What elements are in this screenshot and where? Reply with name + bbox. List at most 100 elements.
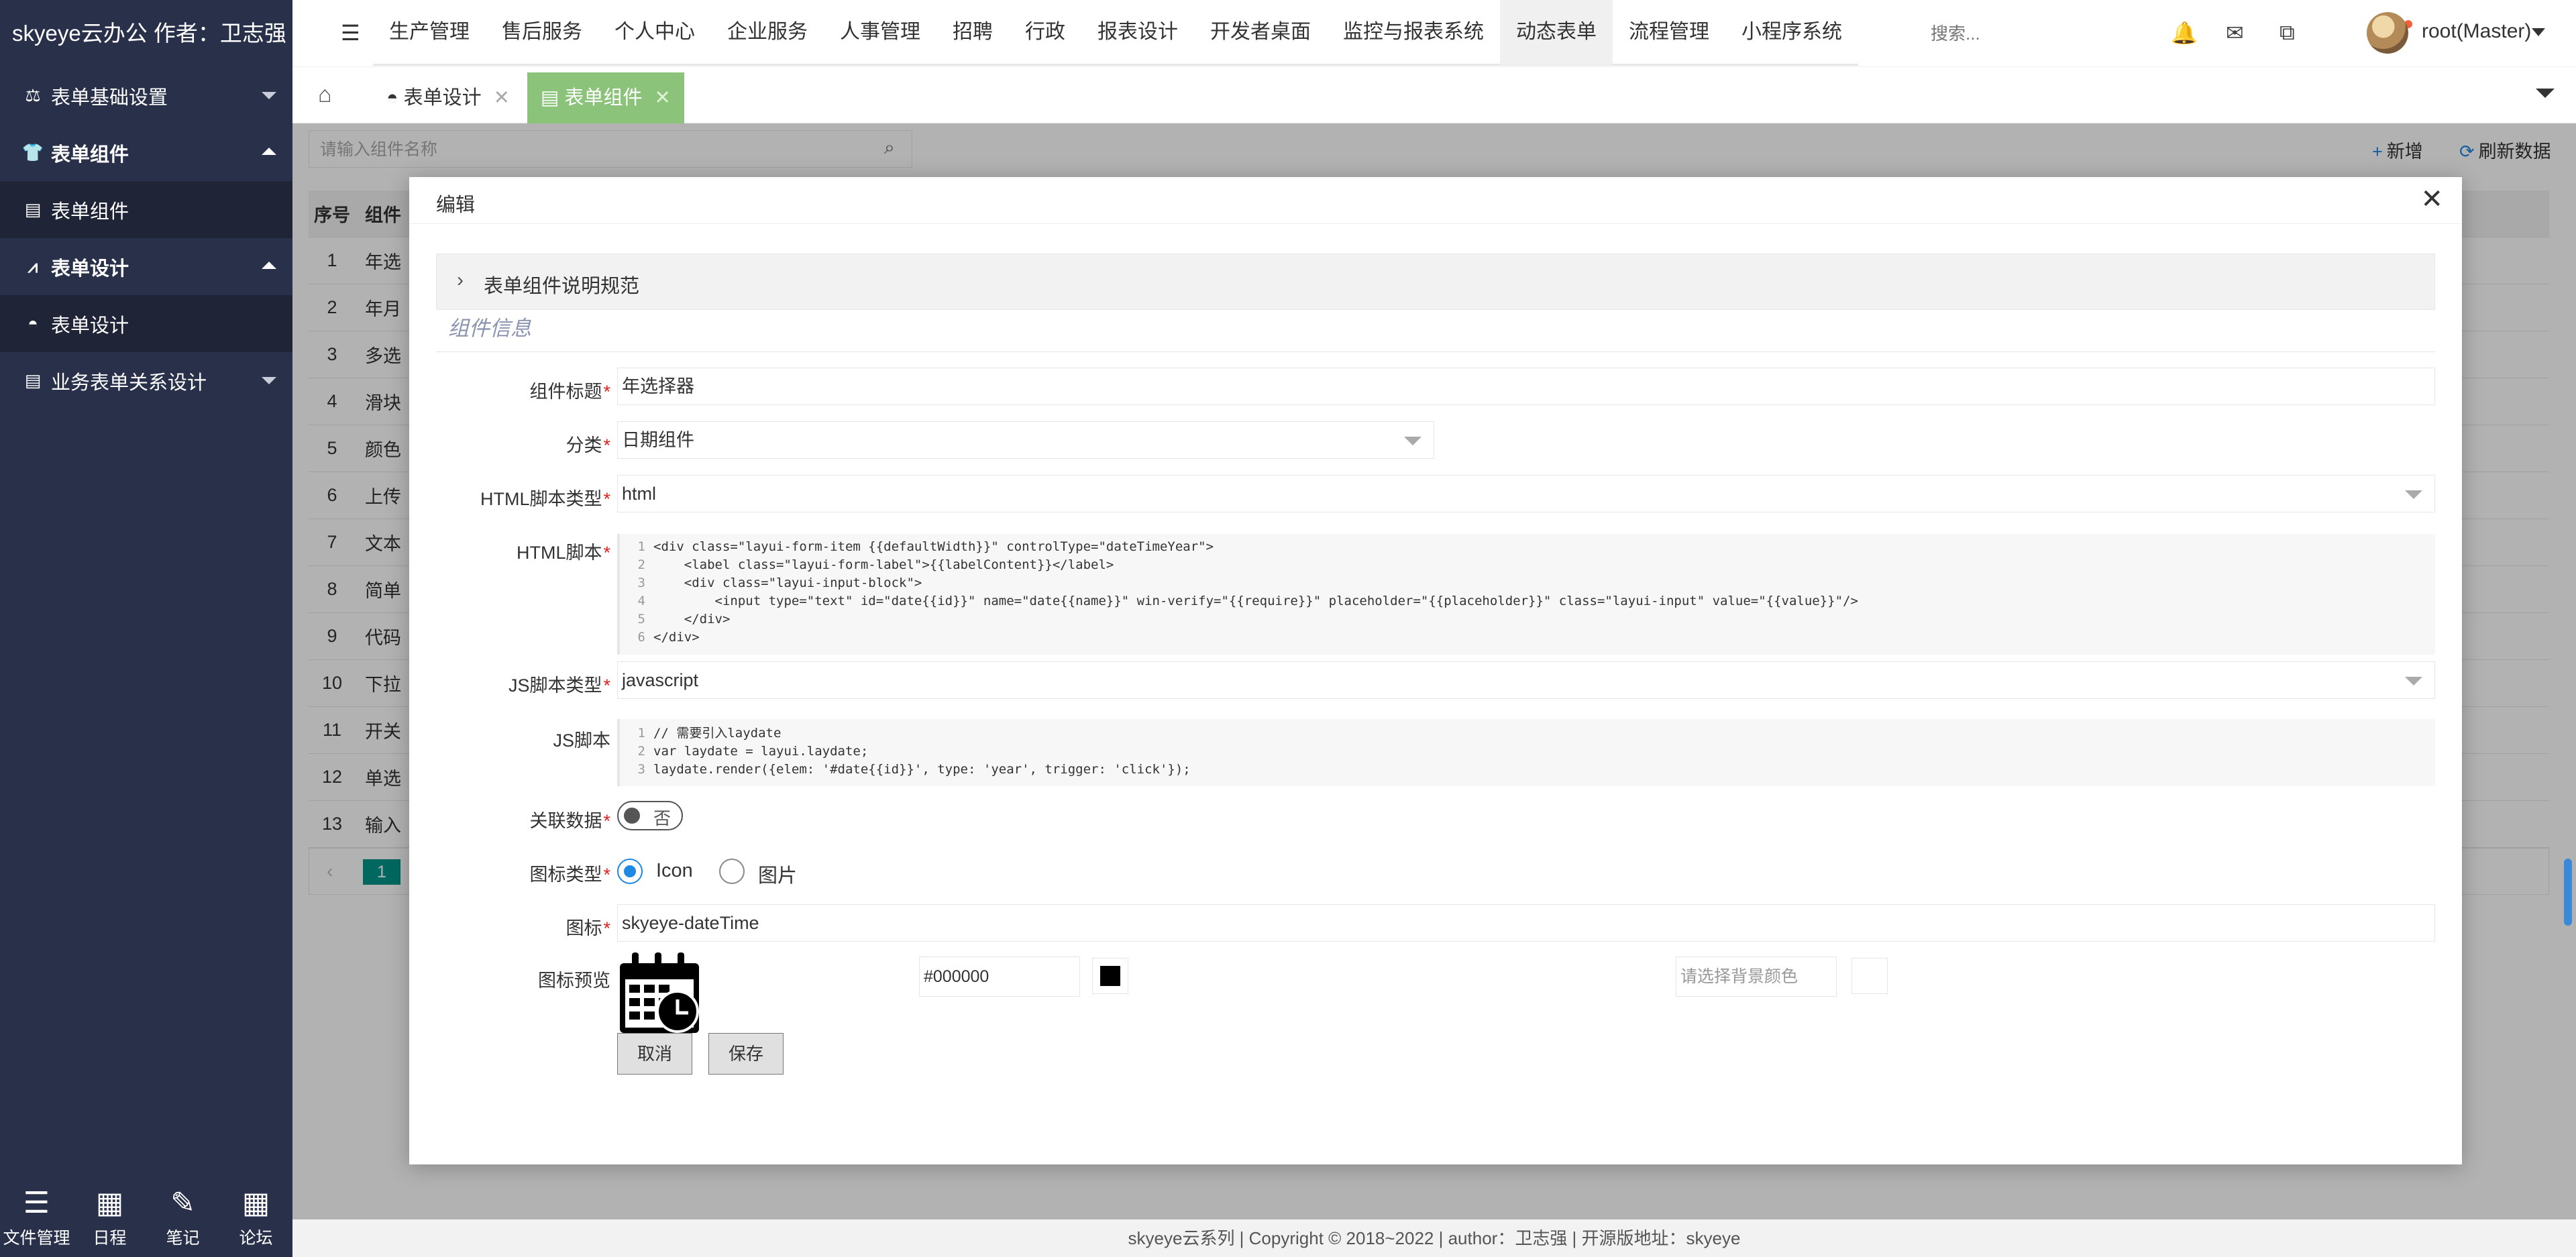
tab-menu-caret-icon[interactable] <box>2536 89 2555 98</box>
code-text: <div class="layui-form-item {{defaultWid… <box>653 539 1214 554</box>
toggle-text: 否 <box>653 808 672 828</box>
chevron-down-icon <box>262 91 276 99</box>
sidebar-item-form-components-group[interactable]: 👕 表单组件 <box>0 124 292 181</box>
save-button[interactable]: 保存 <box>708 1033 784 1075</box>
schedule-button[interactable]: ▦ 日程 <box>73 1177 146 1257</box>
edit-icon: ✎ <box>170 1187 195 1219</box>
tool-label: 笔记 <box>166 1229 200 1248</box>
sidebar-item-form-components[interactable]: ▤ 表单组件 <box>0 181 292 238</box>
title-label: 组件标题* <box>409 377 610 403</box>
icon-type-radio-image[interactable] <box>719 859 745 884</box>
required-mark: * <box>603 382 610 402</box>
required-mark: * <box>603 435 610 455</box>
icon-input[interactable]: skyeye-dateTime <box>617 904 2435 942</box>
select-value: html <box>622 484 657 504</box>
top-header: ☰ 生产管理 售后服务 个人中心 企业服务 人事管理 招聘 行政 报表设计 开发… <box>292 0 2576 67</box>
user-name[interactable]: root(Master) <box>2422 20 2531 43</box>
list-icon: ☰ <box>23 1187 50 1219</box>
notes-button[interactable]: ✎ 笔记 <box>146 1177 219 1257</box>
global-search-input[interactable] <box>1923 15 2117 52</box>
nav-item[interactable]: 开发者桌面 <box>1194 0 1327 65</box>
circle-half-icon: ◓ <box>28 313 38 333</box>
close-icon[interactable]: ✕ <box>654 87 670 109</box>
lock-screen-icon[interactable]: ⧉ <box>2279 20 2295 46</box>
label-text: JS脚本类型 <box>508 675 602 696</box>
nav-item[interactable]: 人事管理 <box>824 0 936 65</box>
tab-form-design[interactable]: ◓ 表单设计 ✕ <box>373 72 523 123</box>
nav-item[interactable]: 售后服务 <box>486 0 598 65</box>
sidebar-item-form-design[interactable]: ◓ 表单设计 <box>0 295 292 352</box>
toggle-knob <box>624 808 640 824</box>
calendar-icon: ▦ <box>241 1187 270 1219</box>
caret-down-icon[interactable] <box>2532 28 2545 36</box>
code-line: 3 <div class="layui-input-block"> <box>620 574 2435 592</box>
nav-item[interactable]: 报表设计 <box>1081 0 1194 65</box>
dialog-header: 编辑 ✕ <box>409 177 2462 224</box>
html-script-editor[interactable]: 1 <div class="layui-form-item {{defaultWi… <box>617 534 2435 655</box>
menu-icon[interactable]: ☰ <box>341 20 360 46</box>
nav-item[interactable]: 行政 <box>1009 0 1081 65</box>
link-data-toggle[interactable]: 否 <box>617 801 683 830</box>
sidebar-bottom-tools: ☰ 文件管理 ▦ 日程 ✎ 笔记 ▦ 论坛 <box>0 1177 292 1257</box>
chart-icon: ⩘ <box>28 256 38 276</box>
dialog-title: 编辑 <box>436 195 476 216</box>
avatar[interactable] <box>2367 12 2408 54</box>
nav-item[interactable]: 监控与报表系统 <box>1327 0 1500 65</box>
icon-color-swatch[interactable] <box>1092 958 1128 994</box>
nav-item-active[interactable]: 动态表单 <box>1500 0 1613 65</box>
chevron-down-icon <box>1404 437 1421 445</box>
chevron-up-icon <box>262 261 276 269</box>
home-icon[interactable]: ⌂ <box>318 82 332 108</box>
sidebar: skyeye云办公 作者：卫志强 ⚖ 表单基础设置 👕 表单组件 ▤ 表单组件 … <box>0 0 292 1257</box>
bell-icon[interactable]: 🔔 <box>2171 20 2198 46</box>
label-text: 分类 <box>566 435 602 455</box>
close-icon[interactable]: ✕ <box>2420 184 2443 215</box>
icon-type-radio-icon[interactable] <box>617 859 643 884</box>
scrollbar[interactable] <box>2564 859 2572 926</box>
chevron-right-icon: › <box>457 269 464 291</box>
message-icon[interactable]: ✉ <box>2226 20 2244 46</box>
circle-half-icon: ◓ <box>386 87 404 109</box>
close-icon[interactable]: ✕ <box>494 87 510 109</box>
spec-collapse-panel[interactable]: › 表单组件说明规范 <box>436 254 2435 310</box>
sidebar-item-label: 表单基础设置 <box>51 87 168 109</box>
file-manager-button[interactable]: ☰ 文件管理 <box>0 1177 73 1257</box>
required-mark: * <box>603 918 610 938</box>
tool-label: 文件管理 <box>3 1229 70 1248</box>
sidebar-item-form-design-group[interactable]: ⩘ 表单设计 <box>0 238 292 295</box>
category-label: 分类* <box>409 431 610 457</box>
html-type-select[interactable]: html <box>617 475 2435 512</box>
js-script-editor[interactable]: 1 // 需要引入laydate 2 var laydate = layui.lay… <box>617 719 2435 786</box>
forum-button[interactable]: ▦ 论坛 <box>219 1177 292 1257</box>
code-line: 4 <input type="text" id="date{{id}}" nam… <box>620 592 2435 610</box>
cancel-button[interactable]: 取消 <box>617 1033 692 1075</box>
code-line: 5 </div> <box>620 610 2435 628</box>
nav-item[interactable]: 个人中心 <box>598 0 711 65</box>
code-line: 2 <label class="layui-form-label">{{labe… <box>620 556 2435 574</box>
shirt-icon: 👕 <box>21 142 44 162</box>
select-value: javascript <box>622 670 699 690</box>
sidebar-item-form-basic-settings[interactable]: ⚖ 表单基础设置 <box>0 67 292 124</box>
tool-label: 日程 <box>93 1229 127 1248</box>
nav-item[interactable]: 小程序系统 <box>1725 0 1858 65</box>
required-mark: * <box>603 675 610 696</box>
code-line: 3 laydate.render({elem: '#date{{id}}', ty… <box>620 761 2435 779</box>
tab-label: 表单设计 <box>403 87 482 109</box>
bg-color-swatch[interactable] <box>1851 958 1888 994</box>
icon-color-input[interactable]: #000000 <box>919 957 1080 997</box>
nav-item[interactable]: 招聘 <box>936 0 1009 65</box>
js-type-select[interactable]: javascript <box>617 661 2435 699</box>
required-mark: * <box>603 489 610 509</box>
tab-form-components[interactable]: ▤ 表单组件 ✕ <box>527 72 684 123</box>
nav-item[interactable]: 生产管理 <box>373 0 486 65</box>
label-text: 图标预览 <box>538 971 610 991</box>
nav-item[interactable]: 流程管理 <box>1613 0 1725 65</box>
sidebar-item-business-form-relations[interactable]: ▤ 业务表单关系设计 <box>0 352 292 409</box>
category-select[interactable]: 日期组件 <box>617 421 1434 459</box>
code-text: <label class="layui-form-label">{{labelC… <box>653 557 1114 572</box>
component-title-input[interactable]: 年选择器 <box>617 368 2435 405</box>
line-number: 1 <box>637 539 645 554</box>
nav-item[interactable]: 企业服务 <box>711 0 824 65</box>
bg-color-input[interactable]: 请选择背景颜色 <box>1676 957 1837 997</box>
code-line: 6 </div> <box>620 628 2435 647</box>
